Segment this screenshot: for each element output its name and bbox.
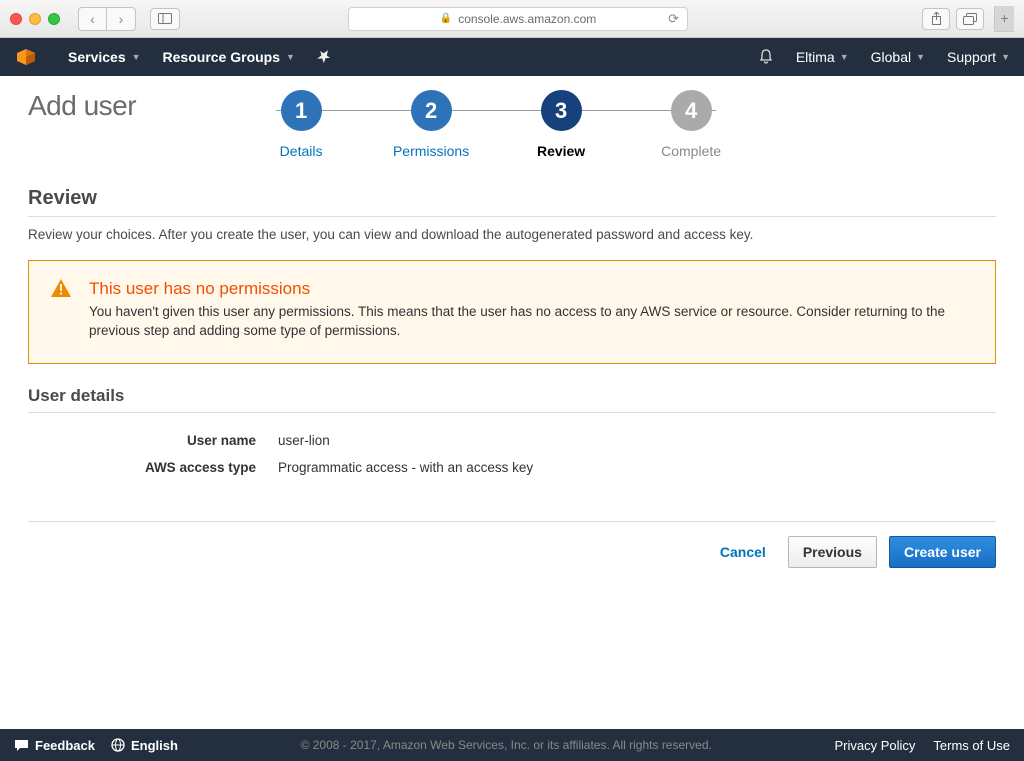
region-menu[interactable]: Global ▼ — [871, 49, 925, 65]
show-sidebar-button[interactable] — [150, 8, 180, 30]
create-user-button[interactable]: Create user — [889, 536, 996, 568]
copyright-text: © 2008 - 2017, Amazon Web Services, Inc.… — [178, 738, 835, 752]
region-label: Global — [871, 49, 911, 65]
services-label: Services — [68, 49, 126, 65]
details-row: User name user-lion — [28, 427, 996, 454]
step-number: 4 — [671, 90, 712, 131]
aws-footer: Feedback English © 2008 - 2017, Amazon W… — [0, 729, 1024, 761]
browser-nav-buttons: ‹ › — [78, 7, 136, 31]
tabs-icon — [963, 13, 977, 25]
aws-logo-icon[interactable] — [14, 45, 38, 69]
aws-top-nav: Services ▼ Resource Groups ▼ Eltima ▼ Gl… — [0, 38, 1024, 76]
language-label: English — [131, 738, 178, 753]
wizard-steps: 1 Details 2 Permissions 3 Review 4 Compl… — [256, 90, 996, 159]
browser-right-controls: + — [922, 6, 1014, 32]
step-label: Details — [280, 143, 323, 159]
address-bar[interactable]: 🔒 console.aws.amazon.com ⟳ — [348, 7, 688, 31]
step-label: Review — [537, 143, 585, 159]
step-number: 2 — [411, 90, 452, 131]
details-value: user-lion — [278, 433, 330, 448]
privacy-policy-link[interactable]: Privacy Policy — [835, 738, 916, 753]
window-minimize-icon[interactable] — [29, 13, 41, 25]
step-number: 1 — [281, 90, 322, 131]
user-details-table: User name user-lion AWS access type Prog… — [28, 427, 996, 481]
sidebar-icon — [158, 13, 172, 24]
terms-of-use-link[interactable]: Terms of Use — [933, 738, 1010, 753]
lock-icon: 🔒 — [440, 13, 452, 24]
wizard-step-details[interactable]: 1 Details — [256, 90, 346, 159]
chevron-down-icon: ▼ — [1001, 52, 1010, 62]
window-close-icon[interactable] — [10, 13, 22, 25]
share-icon — [931, 12, 942, 25]
forward-button[interactable]: › — [107, 8, 135, 30]
show-tabs-button[interactable] — [956, 8, 984, 30]
cancel-button[interactable]: Cancel — [710, 537, 776, 567]
language-selector[interactable]: English — [111, 738, 178, 753]
new-tab-button[interactable]: + — [994, 6, 1014, 32]
account-menu[interactable]: Eltima ▼ — [796, 49, 849, 65]
review-description: Review your choices. After you create th… — [28, 227, 996, 242]
details-value: Programmatic access - with an access key — [278, 460, 533, 475]
alert-text: You haven't given this user any permissi… — [89, 303, 973, 341]
browser-chrome: ‹ › 🔒 console.aws.amazon.com ⟳ + — [0, 0, 1024, 38]
action-bar: Cancel Previous Create user — [28, 521, 996, 568]
chevron-down-icon: ▼ — [286, 52, 295, 62]
traffic-lights — [10, 13, 60, 25]
step-number: 3 — [541, 90, 582, 131]
share-button[interactable] — [922, 8, 950, 30]
back-button[interactable]: ‹ — [79, 8, 107, 30]
chevron-down-icon: ▼ — [840, 52, 849, 62]
chevron-down-icon: ▼ — [132, 52, 141, 62]
account-label: Eltima — [796, 49, 835, 65]
previous-button[interactable]: Previous — [788, 536, 877, 568]
globe-icon — [111, 738, 125, 752]
support-label: Support — [947, 49, 996, 65]
address-url: console.aws.amazon.com — [458, 12, 596, 26]
feedback-link[interactable]: Feedback — [14, 738, 95, 753]
wizard-step-review: 3 Review — [516, 90, 606, 159]
chevron-down-icon: ▼ — [916, 52, 925, 62]
support-menu[interactable]: Support ▼ — [947, 49, 1010, 65]
wizard-step-permissions[interactable]: 2 Permissions — [386, 90, 476, 159]
window-zoom-icon[interactable] — [48, 13, 60, 25]
page-title: Add user — [28, 90, 136, 122]
resource-groups-label: Resource Groups — [163, 49, 280, 65]
warning-icon — [51, 279, 71, 341]
step-label: Permissions — [393, 143, 469, 159]
reload-button[interactable]: ⟳ — [668, 11, 679, 27]
user-details-heading: User details — [28, 386, 996, 413]
details-key: AWS access type — [28, 460, 278, 475]
step-label: Complete — [661, 143, 721, 159]
feedback-label: Feedback — [35, 738, 95, 753]
notifications-icon[interactable] — [758, 48, 774, 67]
wizard-step-complete: 4 Complete — [646, 90, 736, 159]
speech-bubble-icon — [14, 739, 29, 752]
details-key: User name — [28, 433, 278, 448]
warning-alert: This user has no permissions You haven't… — [28, 260, 996, 364]
review-heading: Review — [28, 187, 996, 217]
alert-title: This user has no permissions — [89, 279, 973, 299]
pin-icon[interactable] — [317, 49, 331, 66]
details-row: AWS access type Programmatic access - wi… — [28, 454, 996, 481]
page-content: Add user 1 Details 2 Permissions 3 Revie… — [0, 76, 1024, 588]
resource-groups-menu[interactable]: Resource Groups ▼ — [163, 49, 295, 65]
services-menu[interactable]: Services ▼ — [68, 49, 141, 65]
